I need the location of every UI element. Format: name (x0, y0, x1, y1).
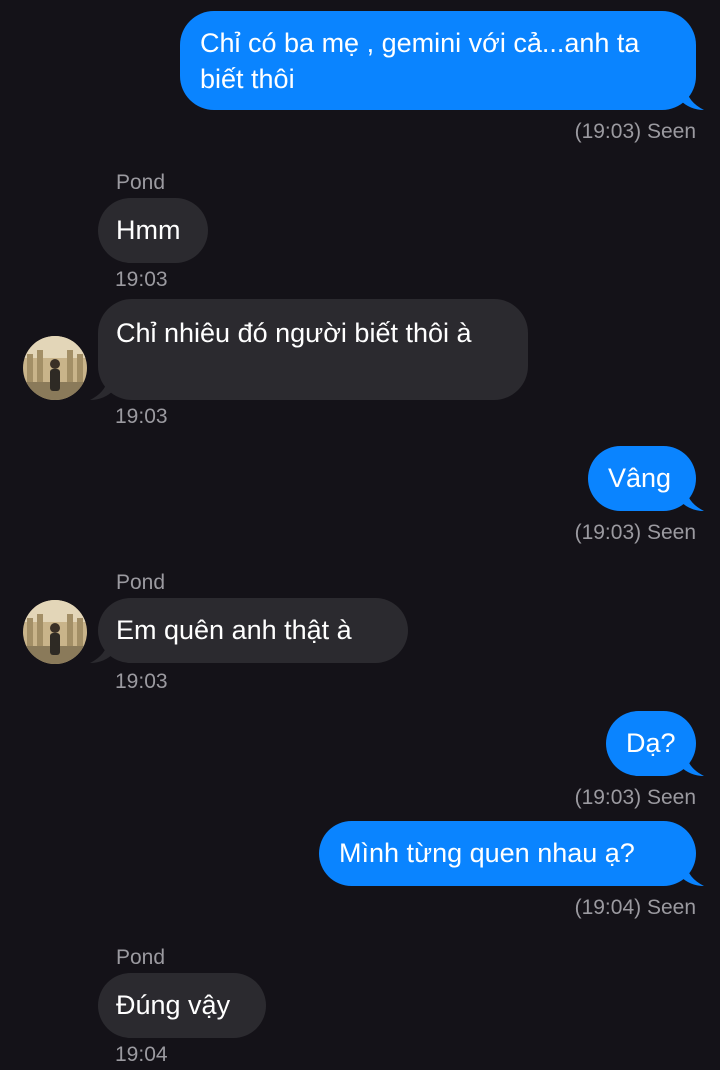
outgoing-message-bubble[interactable]: Chỉ có ba mẹ , gemini với cả...anh ta bi… (180, 11, 696, 110)
message-text: Đúng vậy (116, 990, 231, 1020)
outgoing-message-bubble[interactable]: Mình từng quen nhau ạ? (319, 821, 696, 886)
message-text: Dạ? (626, 728, 676, 758)
avatar-photo-icon (23, 600, 87, 664)
message-text: Chỉ có ba mẹ , gemini với cả...anh ta bi… (200, 28, 640, 94)
message-time: 19:03 (115, 405, 168, 428)
avatar[interactable] (23, 336, 87, 400)
message-time: 19:04 (115, 1043, 168, 1066)
sender-name: Pond (116, 571, 166, 594)
message-status: (19:03) Seen (574, 120, 696, 143)
bubble-tail (680, 88, 704, 110)
sender-name: Pond (116, 946, 166, 969)
bubble-tail (90, 641, 114, 663)
incoming-message-bubble[interactable]: Đúng vậy (98, 973, 266, 1038)
message-status: (19:04) Seen (574, 896, 696, 919)
incoming-message-bubble[interactable]: Em quên anh thật à (98, 598, 408, 663)
avatar-photo-icon (23, 336, 87, 400)
message-status: (19:03) Seen (574, 786, 696, 809)
message-time: 19:03 (115, 268, 168, 291)
message-status: (19:03) Seen (574, 521, 696, 544)
bubble-tail (680, 754, 704, 776)
message-text: Vâng (608, 463, 672, 493)
message-text: Mình từng quen nhau ạ? (339, 838, 635, 868)
message-text: Hmm (116, 215, 181, 245)
incoming-message-bubble[interactable]: Hmm (98, 198, 208, 263)
bubble-tail (680, 489, 704, 511)
avatar[interactable] (23, 600, 87, 664)
message-text: Chỉ nhiêu đó người biết thôi à (116, 318, 472, 348)
bubble-tail (680, 864, 704, 886)
incoming-message-bubble[interactable]: Chỉ nhiêu đó người biết thôi à (98, 299, 528, 400)
message-text: Em quên anh thật à (116, 615, 352, 645)
sender-name: Pond (116, 171, 166, 194)
message-time: 19:03 (115, 670, 168, 693)
bubble-tail (90, 378, 114, 400)
